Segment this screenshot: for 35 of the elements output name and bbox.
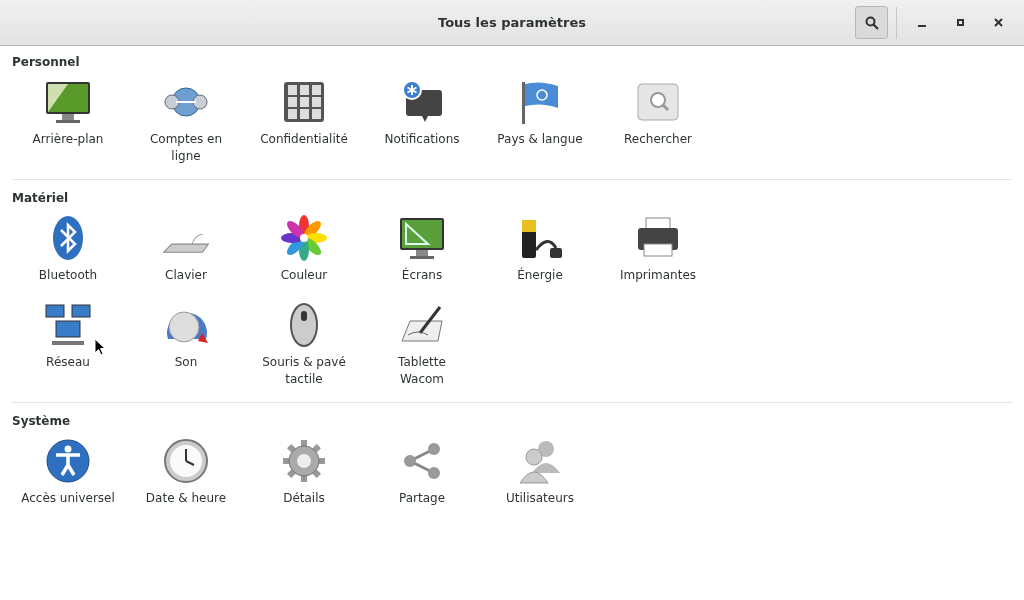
settings-panel-item[interactable]: Date & heure: [127, 431, 245, 512]
settings-panel-item[interactable]: Clavier: [127, 208, 245, 289]
color-flower-icon: [280, 214, 328, 262]
settings-panel-item[interactable]: Confidentialité: [245, 72, 363, 169]
search-icon: [864, 15, 879, 30]
settings-panel-item[interactable]: Comptes en ligne: [127, 72, 245, 169]
settings-panel-item[interactable]: Partage: [363, 431, 481, 512]
settings-panel-item[interactable]: Souris & pavé tactile: [245, 295, 363, 392]
settings-panel-item[interactable]: Utilisateurs: [481, 431, 599, 512]
maximize-icon: [956, 19, 964, 26]
settings-panel-item[interactable]: Son: [127, 295, 245, 392]
window-title: Tous les paramètres: [438, 13, 586, 32]
mouse-pointer-icon: [94, 338, 106, 356]
settings-panel-item[interactable]: Écrans: [363, 208, 481, 289]
section-heading: Personnel: [12, 55, 81, 70]
close-icon: [993, 18, 1003, 27]
minimize-icon: [918, 24, 926, 27]
settings-panel-item[interactable]: Bluetooth: [9, 208, 127, 289]
settings-panel-item[interactable]: Notifications: [363, 72, 481, 169]
settings-panel-item[interactable]: Réseau: [9, 295, 127, 392]
section-heading: Matériel: [12, 191, 70, 206]
settings-panel-item[interactable]: Tablette Wacom: [363, 295, 481, 392]
gear-icon: [280, 437, 328, 485]
settings-panel-item[interactable]: Arrière-plan: [9, 72, 127, 169]
section-heading: Système: [12, 414, 72, 429]
search-button[interactable]: [855, 6, 888, 39]
settings-panel-item[interactable]: Couleur: [245, 208, 363, 289]
settings-panel-item[interactable]: Détails: [245, 431, 363, 512]
settings-panel-item[interactable]: Imprimantes: [599, 208, 717, 289]
settings-panel-item[interactable]: Énergie: [481, 208, 599, 289]
accessibility-icon: [44, 437, 92, 485]
settings-panel-item[interactable]: Accès universel: [9, 431, 127, 512]
settings-panel-item[interactable]: Pays & langue: [481, 72, 599, 169]
clock-icon: [162, 437, 210, 485]
settings-panel-item[interactable]: Rechercher: [599, 72, 717, 169]
